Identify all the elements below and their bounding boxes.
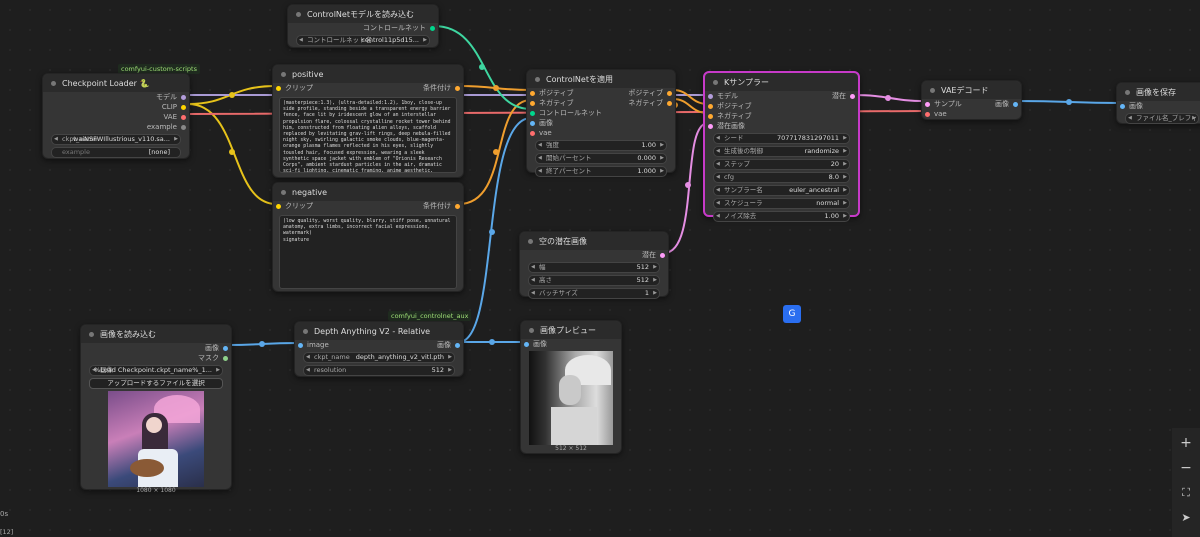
output-negative[interactable]: ネガティブ: [628, 98, 675, 108]
output-example[interactable]: example: [147, 122, 189, 132]
positive-prompt-textarea[interactable]: (masterpiece:1.3), (ultra-detailed:1.2),…: [279, 97, 457, 173]
output-model[interactable]: モデル: [156, 92, 189, 102]
depth-ckpt-select[interactable]: ckpt_namedepth_anything_v2_vitl.pth: [303, 352, 455, 363]
input-samples[interactable]: サンプル: [922, 99, 962, 109]
group-label-controlnet-aux: comfyui_controlnet_aux: [388, 311, 472, 321]
load-image-node[interactable]: 画像を読み込む 画像 マスク 画像%Load Checkpoint.ckpt_n…: [80, 324, 232, 494]
save-image-node[interactable]: 画像を保存 画像 ファイル名_プレフィックス: [1116, 82, 1200, 124]
output-vae[interactable]: VAE: [163, 112, 189, 122]
input-clip[interactable]: クリップ: [273, 201, 313, 211]
ckpt-name-select[interactable]: ckpt_namewaiNSFWIllustrious_v110.sa...: [51, 134, 181, 145]
input-image[interactable]: 画像: [1117, 101, 1143, 111]
seed-widget[interactable]: シード707717831297011: [713, 133, 850, 144]
node-title[interactable]: negative: [273, 183, 463, 201]
output-positive[interactable]: ポジティブ: [628, 88, 675, 98]
node-title[interactable]: Checkpoint Loader 🐍: [43, 74, 189, 92]
steps-widget[interactable]: ステップ20: [713, 159, 850, 170]
node-title[interactable]: ControlNetモデルを読み込む: [288, 5, 438, 23]
output-image[interactable]: 画像: [995, 99, 1021, 109]
node-title[interactable]: ControlNetを適用: [527, 70, 675, 88]
output-conditioning[interactable]: 条件付け: [423, 83, 463, 93]
depth-preview-image: [529, 351, 613, 445]
height-widget[interactable]: 高さ512: [528, 275, 660, 286]
input-controlnet[interactable]: コントロールネット: [527, 108, 602, 118]
output-latent[interactable]: 潜在: [832, 91, 858, 101]
example-field[interactable]: example [none]: [51, 147, 181, 158]
end-percent-widget[interactable]: 終了パーセント1.000: [535, 166, 667, 177]
width-widget[interactable]: 幅512: [528, 262, 660, 273]
input-clip[interactable]: クリップ: [273, 83, 313, 93]
start-percent-widget[interactable]: 開始パーセント0.000: [535, 153, 667, 164]
cfg-widget[interactable]: cfg8.0: [713, 172, 850, 183]
image-size-caption: 1080 × 1080: [136, 487, 176, 494]
output-latent[interactable]: 潜在: [642, 250, 668, 260]
controlnet-apply-node[interactable]: ControlNetを適用 ポジティブ ポジティブ ネガティブ ネガティブ コン…: [526, 69, 676, 177]
node-title[interactable]: 空の潜在画像: [520, 232, 668, 250]
output-controlnet[interactable]: コントロールネット: [363, 23, 438, 33]
input-image[interactable]: 画像: [521, 339, 547, 349]
filename-prefix-widget[interactable]: ファイル名_プレフィックス: [1125, 113, 1199, 124]
node-title[interactable]: 画像を読み込む: [81, 325, 231, 343]
output-conditioning[interactable]: 条件付け: [423, 201, 463, 211]
input-negative[interactable]: ネガティブ: [705, 111, 752, 121]
node-title[interactable]: Depth Anything V2 - Relative: [295, 322, 463, 340]
input-image[interactable]: 画像: [527, 118, 553, 128]
output-image[interactable]: 画像: [205, 343, 231, 353]
negative-prompt-textarea[interactable]: (low quality, worst quality, blurry, sti…: [279, 215, 457, 289]
preview-image-node[interactable]: 画像プレビュー 画像 512 × 512: [520, 320, 622, 454]
denoise-widget[interactable]: ノイズ除去1.00: [713, 211, 850, 222]
translate-icon[interactable]: G: [783, 305, 801, 323]
input-latent[interactable]: 潜在画像: [705, 121, 745, 131]
output-image[interactable]: 画像: [437, 340, 463, 350]
execution-time: 0s: [0, 510, 9, 518]
input-positive[interactable]: ポジティブ: [705, 101, 752, 111]
controlnet-loader-node[interactable]: ControlNetモデルを読み込む コントロールネット コントロールネット名c…: [287, 4, 439, 48]
checkpoint-loader-node[interactable]: Checkpoint Loader 🐍 モデル CLIP VAE example…: [42, 73, 190, 159]
controlnet-name-select[interactable]: コントロールネット名control11p5d15...: [296, 35, 430, 46]
empty-latent-node[interactable]: 空の潜在画像 潜在 幅512 高さ512 バッチサイズ1: [519, 231, 669, 299]
image-select[interactable]: 画像%Load Checkpoint.ckpt_name%_1...: [89, 365, 223, 376]
scheduler-widget[interactable]: スケジューラnormal: [713, 198, 850, 209]
vae-decode-node[interactable]: VAEデコード サンプル 画像 vae: [921, 80, 1022, 120]
select-tool-icon[interactable]: ➤: [1172, 503, 1200, 537]
input-positive[interactable]: ポジティブ: [527, 88, 574, 98]
output-mask[interactable]: マスク: [198, 353, 231, 363]
node-title[interactable]: 画像を保存: [1117, 83, 1200, 101]
resolution-widget[interactable]: resolution512: [303, 365, 455, 376]
depth-anything-node[interactable]: Depth Anything V2 - Relative image 画像 ck…: [294, 321, 464, 377]
negative-prompt-node[interactable]: negative クリップ 条件付け (low quality, worst q…: [272, 182, 464, 292]
output-clip[interactable]: CLIP: [162, 102, 189, 112]
input-vae[interactable]: vae: [922, 109, 947, 119]
batch-size-widget[interactable]: バッチサイズ1: [528, 288, 660, 299]
sampler-name-widget[interactable]: サンプラー名euler_ancestral: [713, 185, 850, 196]
node-title[interactable]: Kサンプラー: [705, 73, 858, 91]
upload-button[interactable]: アップロードするファイルを選択: [89, 378, 223, 389]
input-image[interactable]: image: [295, 340, 329, 350]
control-after-generate-widget[interactable]: 生成後の制御randomize: [713, 146, 850, 157]
node-title[interactable]: VAEデコード: [922, 81, 1021, 99]
ksampler-node[interactable]: Kサンプラー モデル 潜在 ポジティブ ネガティブ 潜在画像 シード707717…: [703, 71, 860, 222]
input-vae[interactable]: vae: [527, 128, 552, 138]
queue-count: [12]: [0, 528, 14, 536]
input-negative[interactable]: ネガティブ: [527, 98, 574, 108]
positive-prompt-node[interactable]: positive クリップ 条件付け (masterpiece:1.3), (u…: [272, 64, 464, 178]
strength-widget[interactable]: 強度1.00: [535, 140, 667, 151]
node-title[interactable]: positive: [273, 65, 463, 83]
node-title[interactable]: 画像プレビュー: [521, 321, 621, 339]
input-image-thumbnail: [108, 391, 204, 487]
input-model[interactable]: モデル: [705, 91, 738, 101]
preview-size-caption: 512 × 512: [555, 445, 587, 452]
